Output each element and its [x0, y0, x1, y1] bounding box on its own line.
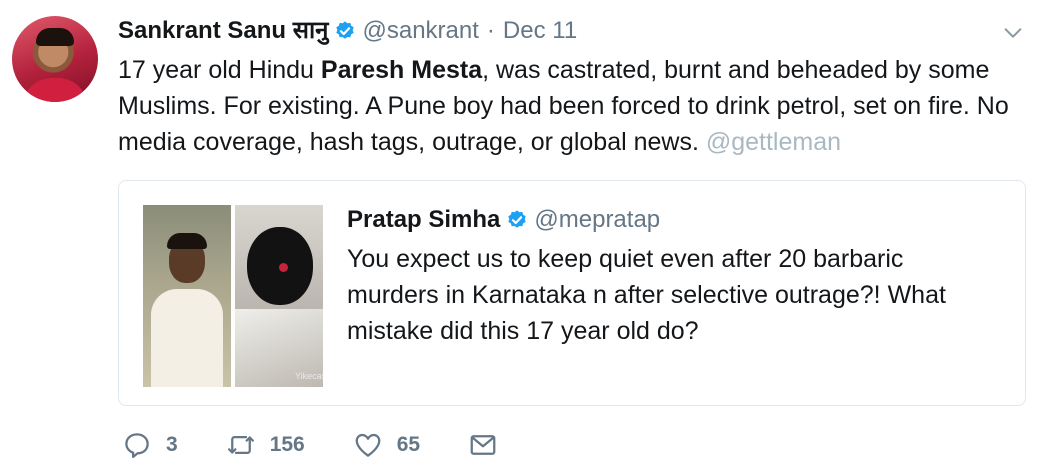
envelope-icon — [470, 435, 496, 455]
verified-badge-icon — [508, 210, 527, 228]
quoted-tweet-image[interactable]: Yikecast — [143, 205, 323, 387]
tweet-card: Sankrant Sanu सानु @sankrant · Dec 11 17… — [0, 0, 1046, 476]
quoted-tweet[interactable]: Yikecast Pratap Simha @mepratap You expe… — [118, 180, 1026, 406]
like-count: 65 — [396, 433, 421, 456]
image-person-hair — [167, 233, 207, 249]
quoted-tweet-text: You expect us to keep quiet even after 2… — [347, 245, 946, 345]
chevron-down-icon[interactable] — [1002, 22, 1024, 44]
retweet-count: 156 — [269, 433, 305, 456]
image-panel-left — [143, 205, 231, 387]
verified-badge-icon — [336, 21, 355, 39]
quoted-tweet-header: Pratap Simha @mepratap — [347, 203, 660, 237]
tweet-text-bold: Paresh Mesta — [320, 56, 483, 84]
quoted-author-name[interactable]: Pratap Simha — [347, 203, 500, 237]
tweet-text-part1: 17 year old Hindu — [118, 56, 321, 84]
reply-icon — [125, 433, 149, 458]
image-red-mark — [279, 263, 288, 272]
retweet-icon — [227, 436, 254, 454]
retweet-button[interactable]: 156 — [226, 430, 305, 460]
mention-link[interactable]: @gettleman — [706, 128, 841, 156]
direct-message-button[interactable] — [468, 430, 512, 460]
image-panel-right — [235, 205, 323, 387]
tweet-date[interactable]: Dec 11 — [503, 14, 577, 48]
separator-dot: · — [486, 17, 495, 44]
avatar-hair — [36, 28, 74, 46]
tweet-text: 17 year old Hindu Paresh Mesta, was cast… — [118, 52, 1028, 160]
like-button[interactable]: 65 — [353, 430, 420, 460]
tweet-header: Sankrant Sanu सानु @sankrant · Dec 11 — [118, 14, 577, 48]
author-name[interactable]: Sankrant Sanu सानु — [118, 14, 328, 48]
reply-count: 3 — [166, 433, 178, 456]
image-person-body — [151, 289, 223, 387]
tweet-actions: 3 156 65 — [122, 430, 512, 460]
avatar-shirt — [22, 78, 88, 102]
author-handle[interactable]: @sankrant — [362, 14, 478, 48]
reply-button[interactable]: 3 — [122, 430, 178, 460]
image-watermark: Yikecast — [295, 371, 323, 381]
avatar[interactable] — [12, 16, 98, 102]
quoted-author-handle[interactable]: @mepratap — [534, 203, 660, 237]
heart-icon — [355, 433, 381, 457]
